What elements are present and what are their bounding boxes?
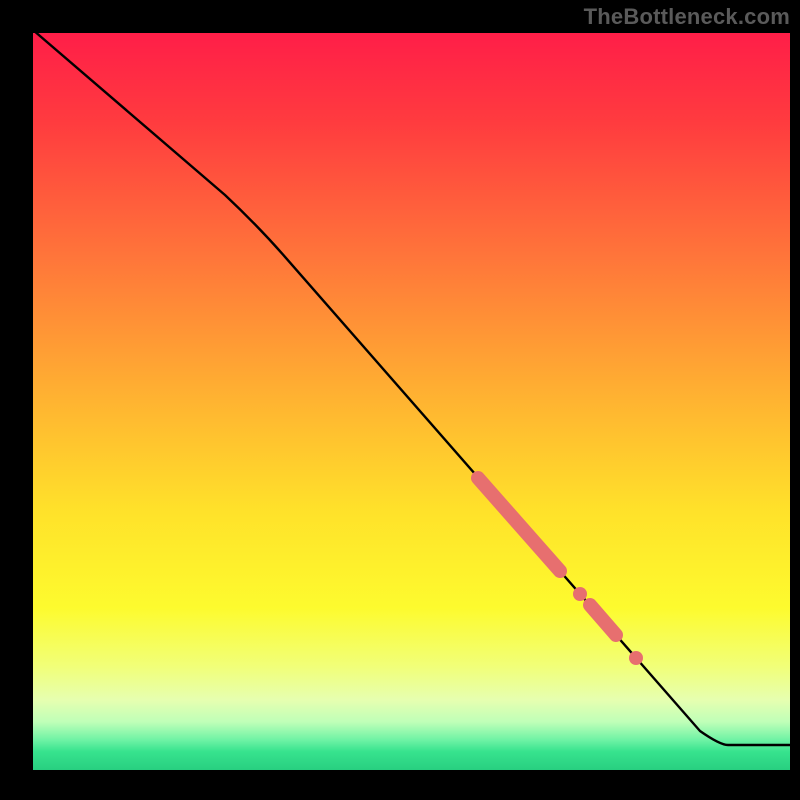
highlight-dot bbox=[629, 651, 643, 665]
chart-stage: TheBottleneck.com bbox=[0, 0, 800, 800]
highlight-dot bbox=[573, 587, 587, 601]
watermark-label: TheBottleneck.com bbox=[584, 4, 790, 30]
chart-canvas bbox=[0, 0, 800, 800]
